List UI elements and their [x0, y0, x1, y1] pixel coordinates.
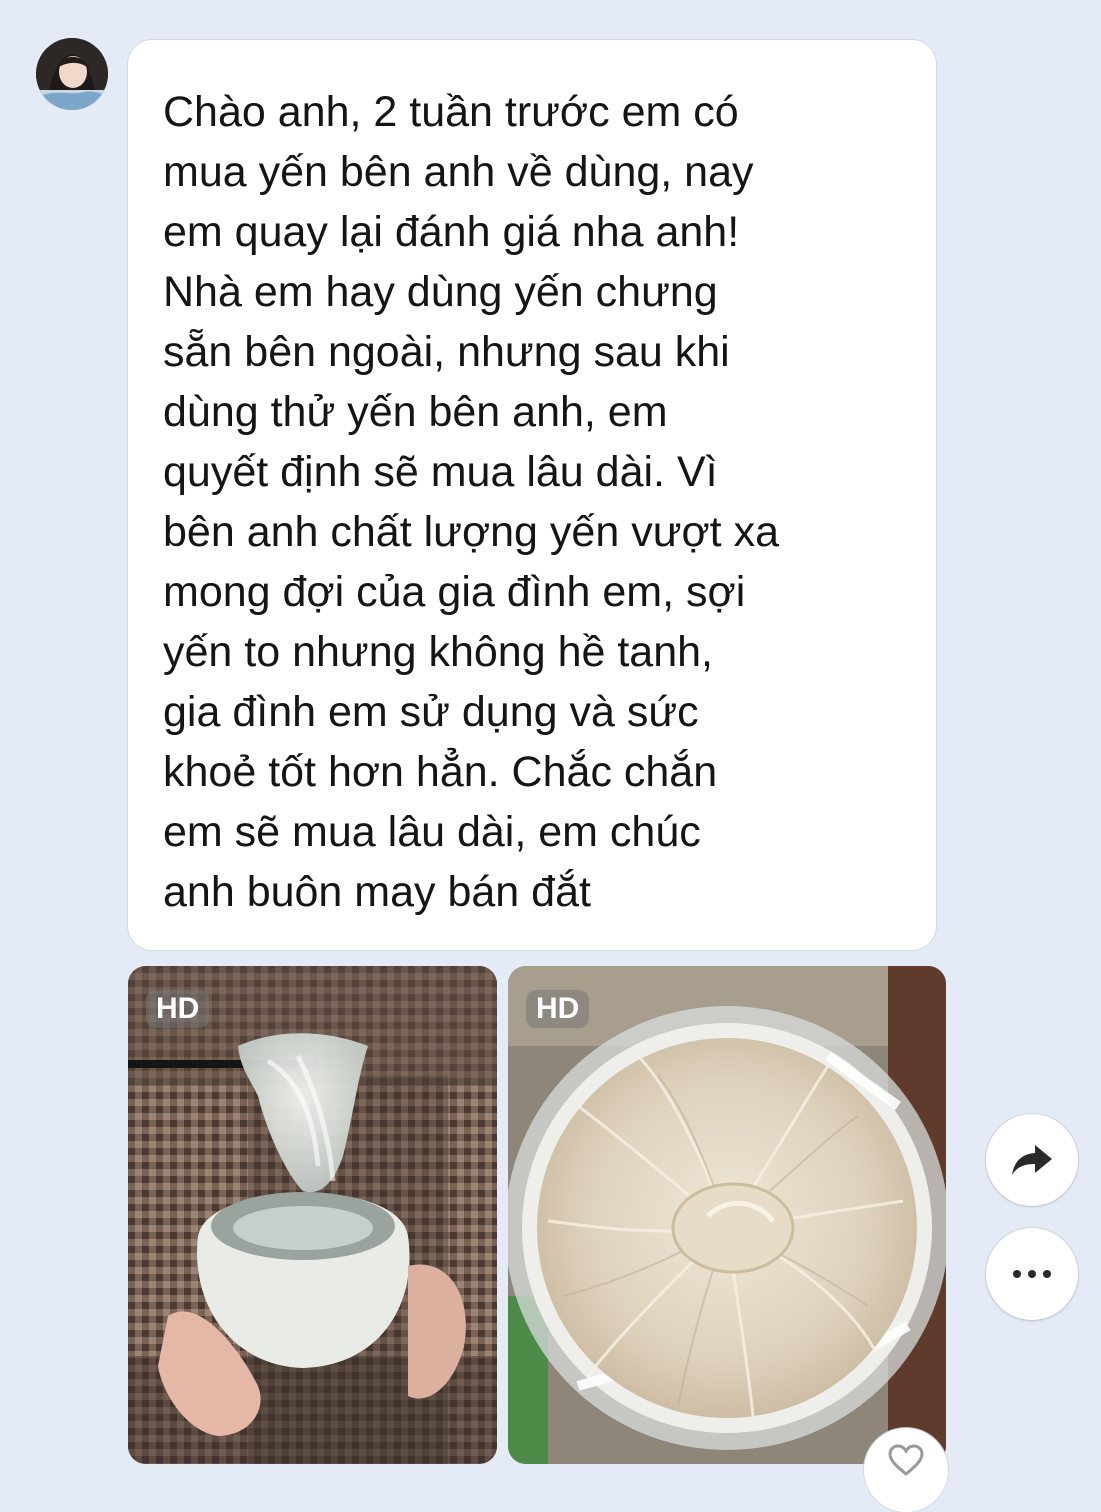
- attachment-photo-1[interactable]: HD: [128, 966, 497, 1464]
- message-text: Chào anh, 2 tuần trước em có mua yến bên…: [163, 88, 779, 916]
- share-arrow-icon: [1012, 1145, 1052, 1175]
- sender-avatar[interactable]: [36, 38, 108, 110]
- message-bubble[interactable]: Chào anh, 2 tuần trước em có mua yến bên…: [128, 40, 936, 950]
- attachment-photo-2[interactable]: HD: [508, 966, 946, 1464]
- bird-nest-box-photo: [508, 966, 946, 1464]
- hd-badge: HD: [146, 990, 210, 1028]
- share-button[interactable]: [986, 1114, 1078, 1206]
- bird-nest-drink-photo: [128, 966, 497, 1464]
- hd-badge: HD: [526, 990, 590, 1028]
- avatar-photo: [36, 38, 108, 110]
- like-button[interactable]: [864, 1428, 948, 1512]
- more-dots-icon: [1013, 1270, 1051, 1278]
- heart-icon: [888, 1444, 924, 1476]
- more-options-button[interactable]: [986, 1228, 1078, 1320]
